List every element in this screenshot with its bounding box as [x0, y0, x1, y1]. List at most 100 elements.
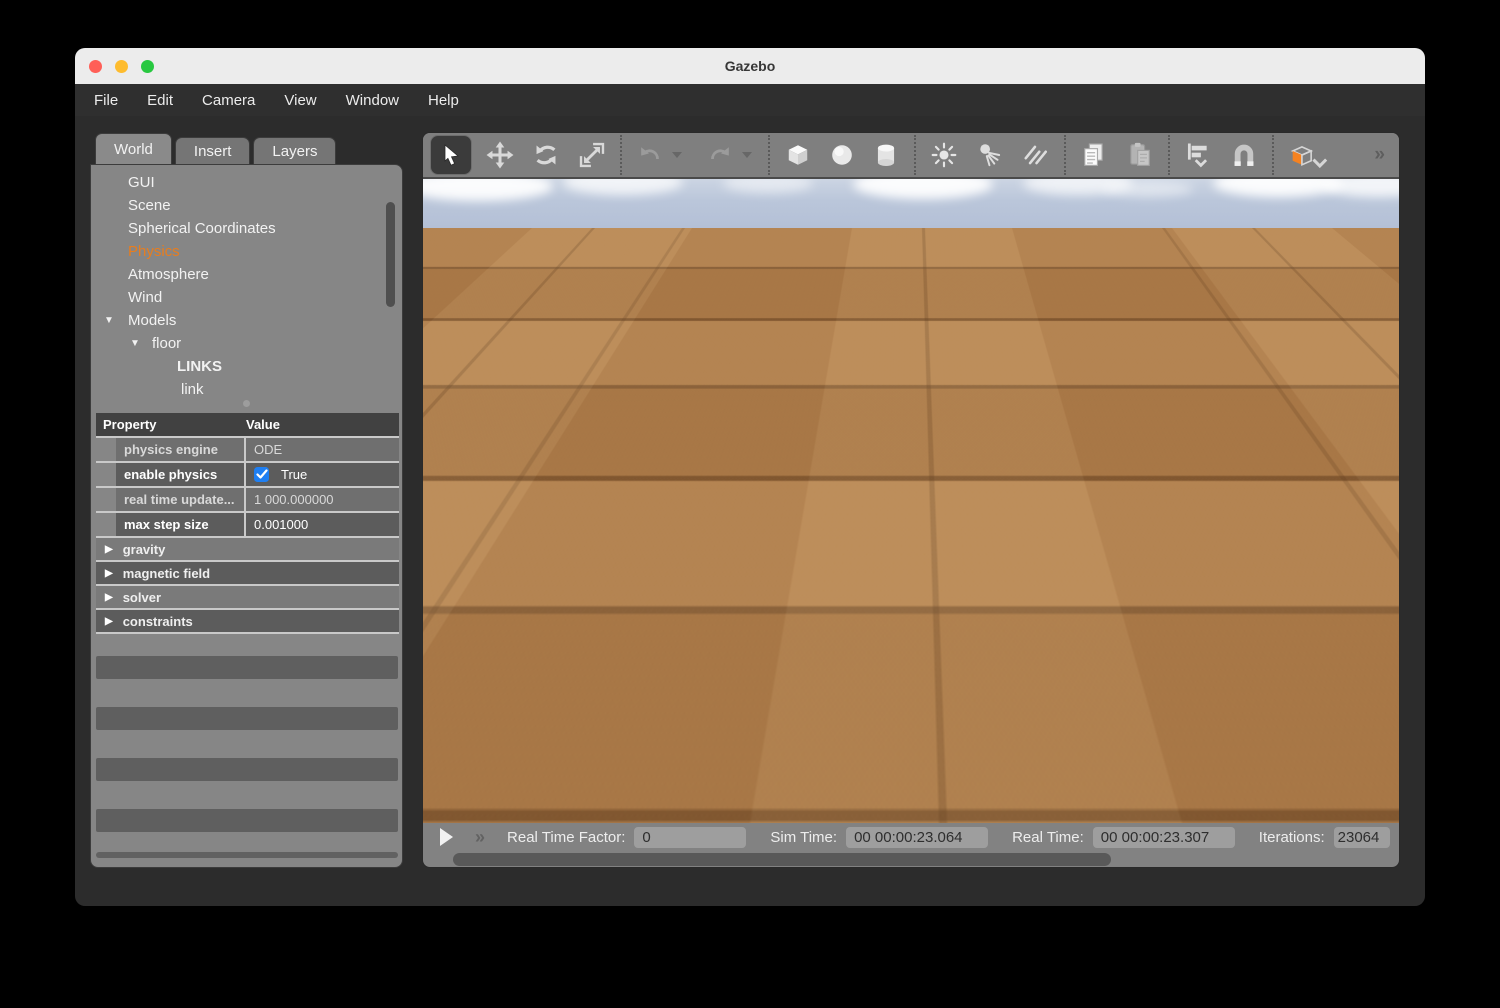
header-value: Value [246, 417, 280, 432]
world-tree: GUI Scene Spherical Coordinates Physics … [91, 171, 402, 401]
tab-world[interactable]: World [95, 133, 172, 165]
sim-time-label: Sim Time: [770, 829, 837, 846]
section-magnetic-field[interactable]: ▶ magnetic field [96, 562, 399, 584]
paste-button[interactable] [1120, 135, 1160, 175]
render-toolbar: » [423, 133, 1399, 179]
select-tool-button[interactable] [430, 135, 472, 175]
quadcopter-model[interactable] [811, 417, 991, 512]
align-icon [1183, 140, 1213, 170]
translate-tool-button[interactable] [480, 135, 520, 175]
tree-item-floor[interactable]: ▼ floor [91, 332, 402, 355]
viewport-scroll-area [423, 851, 1400, 868]
toolbar-separator [1064, 135, 1066, 175]
titlebar[interactable]: Gazebo [75, 48, 1425, 84]
menubar: File Edit Camera View Window Help [75, 84, 1425, 116]
tree-item-wind[interactable]: Wind [91, 286, 402, 309]
empty-row [96, 707, 398, 730]
collapse-arrow-icon[interactable]: ▶ [105, 568, 113, 579]
spot-light-icon [976, 141, 1004, 169]
value-real-time-update[interactable]: 1 000.000000 [246, 488, 399, 511]
tree-item-link[interactable]: link [91, 378, 402, 401]
menu-file[interactable]: File [88, 90, 124, 111]
toolbar-overflow-icon[interactable]: » [1374, 144, 1383, 166]
prop-enable-physics: enable physics [116, 463, 244, 486]
undo-history-dropdown-icon[interactable] [672, 152, 682, 158]
window-title: Gazebo [75, 48, 1425, 84]
insert-sphere-button[interactable] [822, 135, 862, 175]
redo-history-dropdown-icon[interactable] [742, 152, 752, 158]
menu-edit[interactable]: Edit [141, 90, 179, 111]
cursor-arrow-icon [438, 142, 464, 168]
move-arrows-icon [486, 141, 514, 169]
statusbar-overflow-icon[interactable]: » [475, 827, 483, 848]
tree-item-physics[interactable]: Physics [91, 240, 402, 263]
tree-item-gui[interactable]: GUI [91, 171, 402, 194]
directional-light-button[interactable] [1016, 135, 1056, 175]
collapse-arrow-icon[interactable]: ▶ [105, 544, 113, 555]
panel-tabs: World Insert Layers [95, 133, 336, 165]
scale-arrows-icon [578, 141, 606, 169]
spot-light-button[interactable] [970, 135, 1010, 175]
empty-row [96, 809, 398, 832]
quadcopter-icon [811, 417, 991, 512]
rotate-tool-button[interactable] [526, 135, 566, 175]
real-time-factor-value: 0 [634, 827, 746, 848]
expand-arrow-icon[interactable]: ▼ [104, 309, 114, 332]
menu-help[interactable]: Help [422, 90, 465, 111]
section-constraints[interactable]: ▶ constraints [96, 610, 399, 632]
tab-layers[interactable]: Layers [253, 137, 336, 165]
panel-horizontal-scrollbar[interactable] [96, 852, 398, 858]
toolbar-separator [620, 135, 622, 175]
align-tool-button[interactable] [1178, 135, 1218, 175]
insert-box-button[interactable] [778, 135, 818, 175]
paste-icon [1125, 140, 1155, 170]
copy-button[interactable] [1074, 135, 1114, 175]
value-enable-physics: True [246, 463, 399, 486]
tree-item-models[interactable]: ▼ Models [91, 309, 402, 332]
redo-arrow-icon [707, 142, 733, 168]
sim-time-value: 00 00:00:23.064 [846, 827, 988, 848]
cylinder-icon [871, 140, 901, 170]
directional-light-icon [1022, 141, 1050, 169]
play-button[interactable] [440, 828, 453, 846]
expand-arrow-icon[interactable]: ▼ [130, 332, 140, 355]
section-gravity[interactable]: ▶ gravity [96, 538, 399, 560]
value-physics-engine[interactable]: ODE [246, 438, 399, 461]
checkmark-icon [256, 469, 268, 480]
section-solver[interactable]: ▶ solver [96, 586, 399, 608]
menu-camera[interactable]: Camera [196, 90, 261, 111]
collapse-arrow-icon[interactable]: ▶ [105, 592, 113, 603]
prop-max-step-size: max step size [116, 513, 244, 536]
splitter-handle[interactable] [243, 400, 250, 407]
prop-real-time-update: real time update... [116, 488, 244, 511]
property-table-header: Property Value [96, 413, 399, 436]
viewport-horizontal-scrollbar[interactable] [453, 853, 1111, 866]
menu-view[interactable]: View [278, 90, 322, 111]
tree-item-links[interactable]: LINKS [91, 355, 402, 378]
collapse-arrow-icon[interactable]: ▶ [105, 616, 113, 627]
tree-item-spherical-coordinates[interactable]: Spherical Coordinates [91, 217, 402, 240]
scale-tool-button[interactable] [572, 135, 612, 175]
toolbar-separator [768, 135, 770, 175]
view-angle-button[interactable] [1282, 135, 1338, 175]
insert-cylinder-button[interactable] [866, 135, 906, 175]
redo-button[interactable] [700, 135, 740, 175]
copy-icon [1079, 140, 1109, 170]
header-property: Property [96, 417, 246, 432]
render-viewport[interactable] [423, 179, 1400, 823]
point-light-button[interactable] [924, 135, 964, 175]
wood-floor [423, 228, 1400, 823]
tree-item-scene[interactable]: Scene [91, 194, 402, 217]
floor-x-marking [776, 715, 996, 821]
enable-physics-checkbox[interactable] [254, 467, 269, 482]
tree-item-atmosphere[interactable]: Atmosphere [91, 263, 402, 286]
tree-scrollbar[interactable] [386, 202, 395, 307]
toolbar-separator [1168, 135, 1170, 175]
snap-tool-button[interactable] [1224, 135, 1264, 175]
undo-button[interactable] [630, 135, 670, 175]
value-max-step-size[interactable]: 0.001000 [246, 513, 399, 536]
toolbar-separator [914, 135, 916, 175]
real-time-factor-label: Real Time Factor: [507, 829, 625, 846]
menu-window[interactable]: Window [340, 90, 405, 111]
tab-insert[interactable]: Insert [175, 137, 251, 165]
